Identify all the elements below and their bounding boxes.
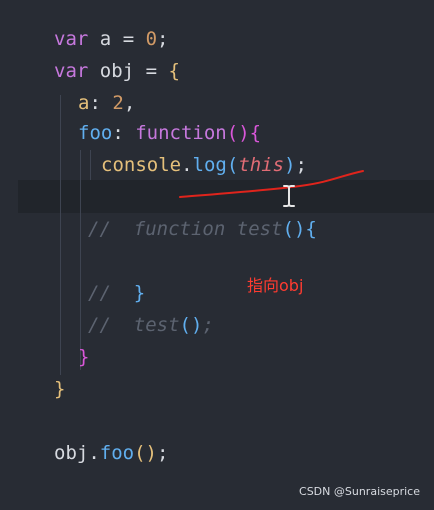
open-brace: {: [168, 60, 180, 82]
semicolon: ;: [295, 154, 307, 176]
identifier: obj: [99, 60, 135, 82]
open-brace: {: [249, 122, 262, 144]
dot: .: [181, 154, 193, 176]
code-line-14[interactable]: obj.foo();: [54, 438, 434, 468]
keyword-var: var: [54, 60, 89, 82]
close-brace: }: [133, 282, 146, 304]
identifier: a: [99, 28, 112, 50]
i-beam-cursor-icon: [283, 185, 295, 207]
property-key: a: [78, 92, 90, 114]
code-line-11[interactable]: }: [78, 342, 434, 372]
method-name: foo: [99, 442, 135, 464]
number-literal: 2: [112, 92, 124, 114]
parens: (): [179, 314, 203, 336]
keyword-function: function: [135, 122, 227, 144]
code-line-4[interactable]: foo: function(){: [78, 118, 434, 148]
annotation-text: 指向obj: [247, 276, 304, 295]
parens: (): [226, 122, 250, 144]
close-brace: }: [54, 378, 66, 400]
code-editor[interactable]: var a = 0; var obj = { a: 2, foo: functi…: [0, 0, 434, 510]
this-keyword: this: [238, 154, 285, 176]
code-line-7[interactable]: // function test(){: [88, 214, 434, 244]
number-literal: 0: [145, 28, 158, 50]
operator: =: [145, 60, 158, 82]
code-line-10[interactable]: // test();: [88, 310, 434, 340]
colon: :: [89, 92, 101, 114]
parens: (): [134, 442, 157, 464]
code-line-3[interactable]: a: 2,: [78, 88, 434, 118]
semicolon: ;: [157, 442, 169, 464]
indent-guide: [60, 95, 61, 375]
colon: :: [112, 122, 124, 144]
identifier: console: [101, 154, 182, 176]
comment-marker: //: [88, 314, 111, 336]
code-line-12[interactable]: }: [54, 374, 434, 404]
identifier: obj: [54, 442, 89, 464]
property-key: foo: [78, 122, 113, 144]
comma: ,: [123, 92, 136, 114]
close-paren: ): [284, 154, 296, 176]
semicolon: ;: [157, 28, 169, 50]
dot: .: [88, 442, 100, 464]
comment-keyword: function: [133, 218, 226, 240]
open-paren: (: [226, 154, 239, 176]
code-line-5[interactable]: console.log(this);: [101, 150, 434, 180]
keyword-var: var: [54, 28, 89, 50]
parens: (): [282, 218, 306, 240]
comment-marker: //: [88, 282, 111, 304]
method-name: log: [192, 154, 227, 176]
comment-marker: //: [88, 218, 111, 240]
close-brace: }: [78, 346, 90, 368]
operator: =: [122, 28, 135, 50]
open-brace: {: [305, 218, 317, 240]
watermark: CSDN @Sunraiseprice: [299, 485, 420, 498]
comment-function-name: test: [133, 314, 180, 336]
code-line-1[interactable]: var a = 0;: [54, 24, 434, 54]
indent-guide: [90, 150, 91, 180]
semicolon: ;: [202, 314, 214, 336]
code-line-2[interactable]: var obj = {: [54, 56, 434, 86]
comment-function-name: test: [236, 218, 283, 240]
indent-guide: [80, 150, 81, 370]
